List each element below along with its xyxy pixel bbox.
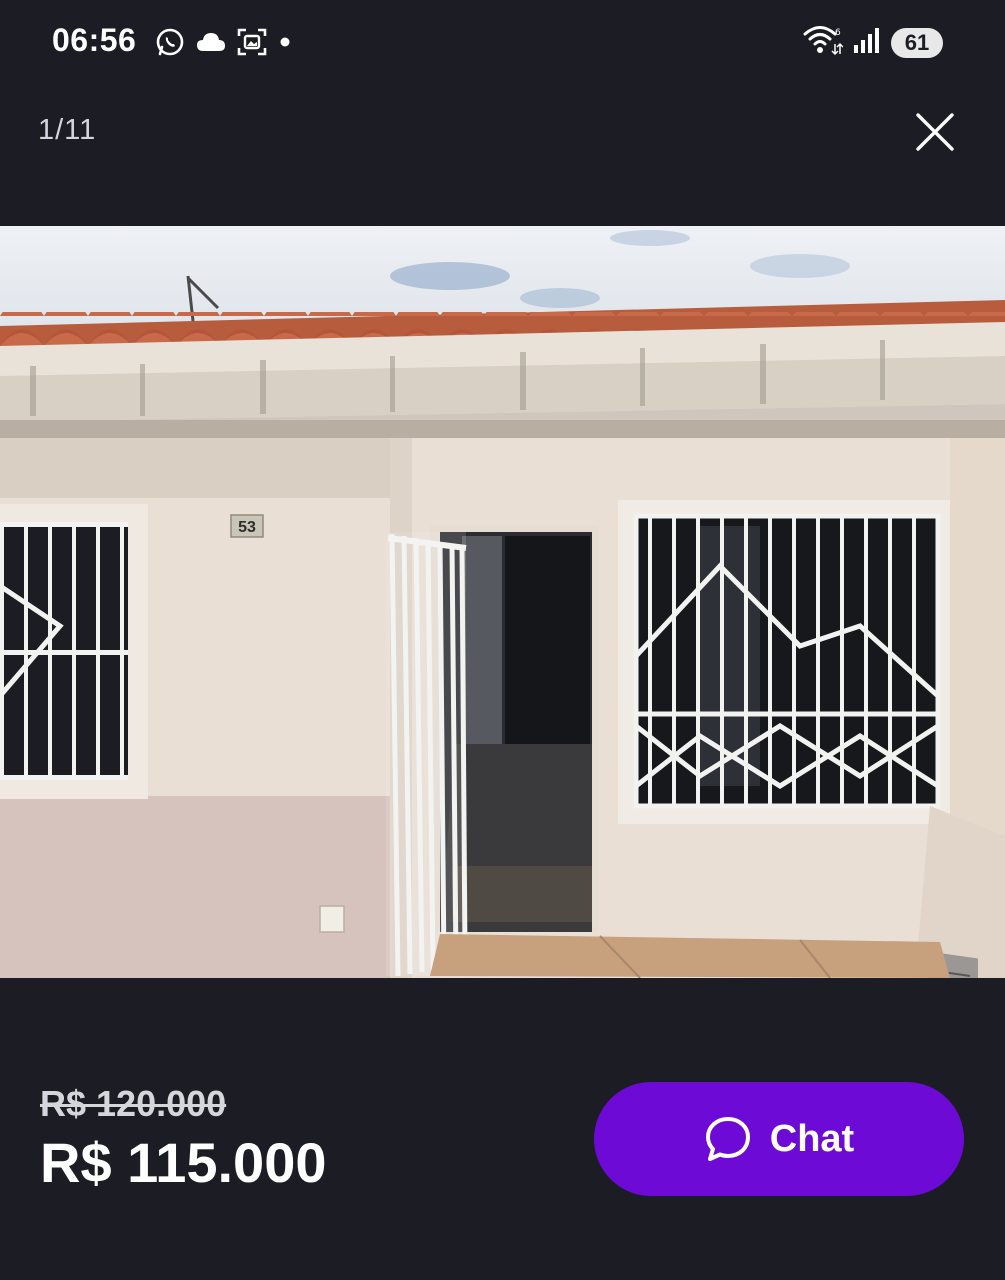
close-icon [916,113,954,151]
house-front-illustration: 53 [0,226,1005,978]
status-time: 06:56 [52,22,137,58]
photo-counter: 1/11 [38,114,97,146]
status-left-icons [154,26,292,58]
property-photo[interactable]: 53 [0,226,1005,978]
chat-button-label: Chat [769,1117,855,1160]
whatsapp-icon [154,26,186,58]
old-price: R$ 120.000 [40,1083,227,1124]
viewer-header: 1/11 [0,96,1005,166]
cloud-icon [196,31,226,53]
battery-icon: 61 [891,27,943,58]
signal-icon [853,26,881,59]
wifi-icon: 6 [803,24,844,61]
close-button[interactable] [909,106,961,158]
dot-icon [278,35,292,49]
chat-button[interactable]: Chat [594,1082,964,1196]
svg-text:6: 6 [835,28,841,38]
image-viewer-screen: 06:56 6 61 1/11 53 R$ 120.000 R$ 115.000… [0,0,1005,1280]
status-right-icons: 6 61 [803,24,943,61]
current-price: R$ 115.000 [40,1131,327,1194]
house-number: 53 [238,519,256,536]
price-block: R$ 120.000 R$ 115.000 [40,1082,326,1196]
screenshot-icon [236,26,268,58]
chat-bubble-icon [705,1117,750,1161]
status-bar: 06:56 6 61 [0,0,1005,86]
